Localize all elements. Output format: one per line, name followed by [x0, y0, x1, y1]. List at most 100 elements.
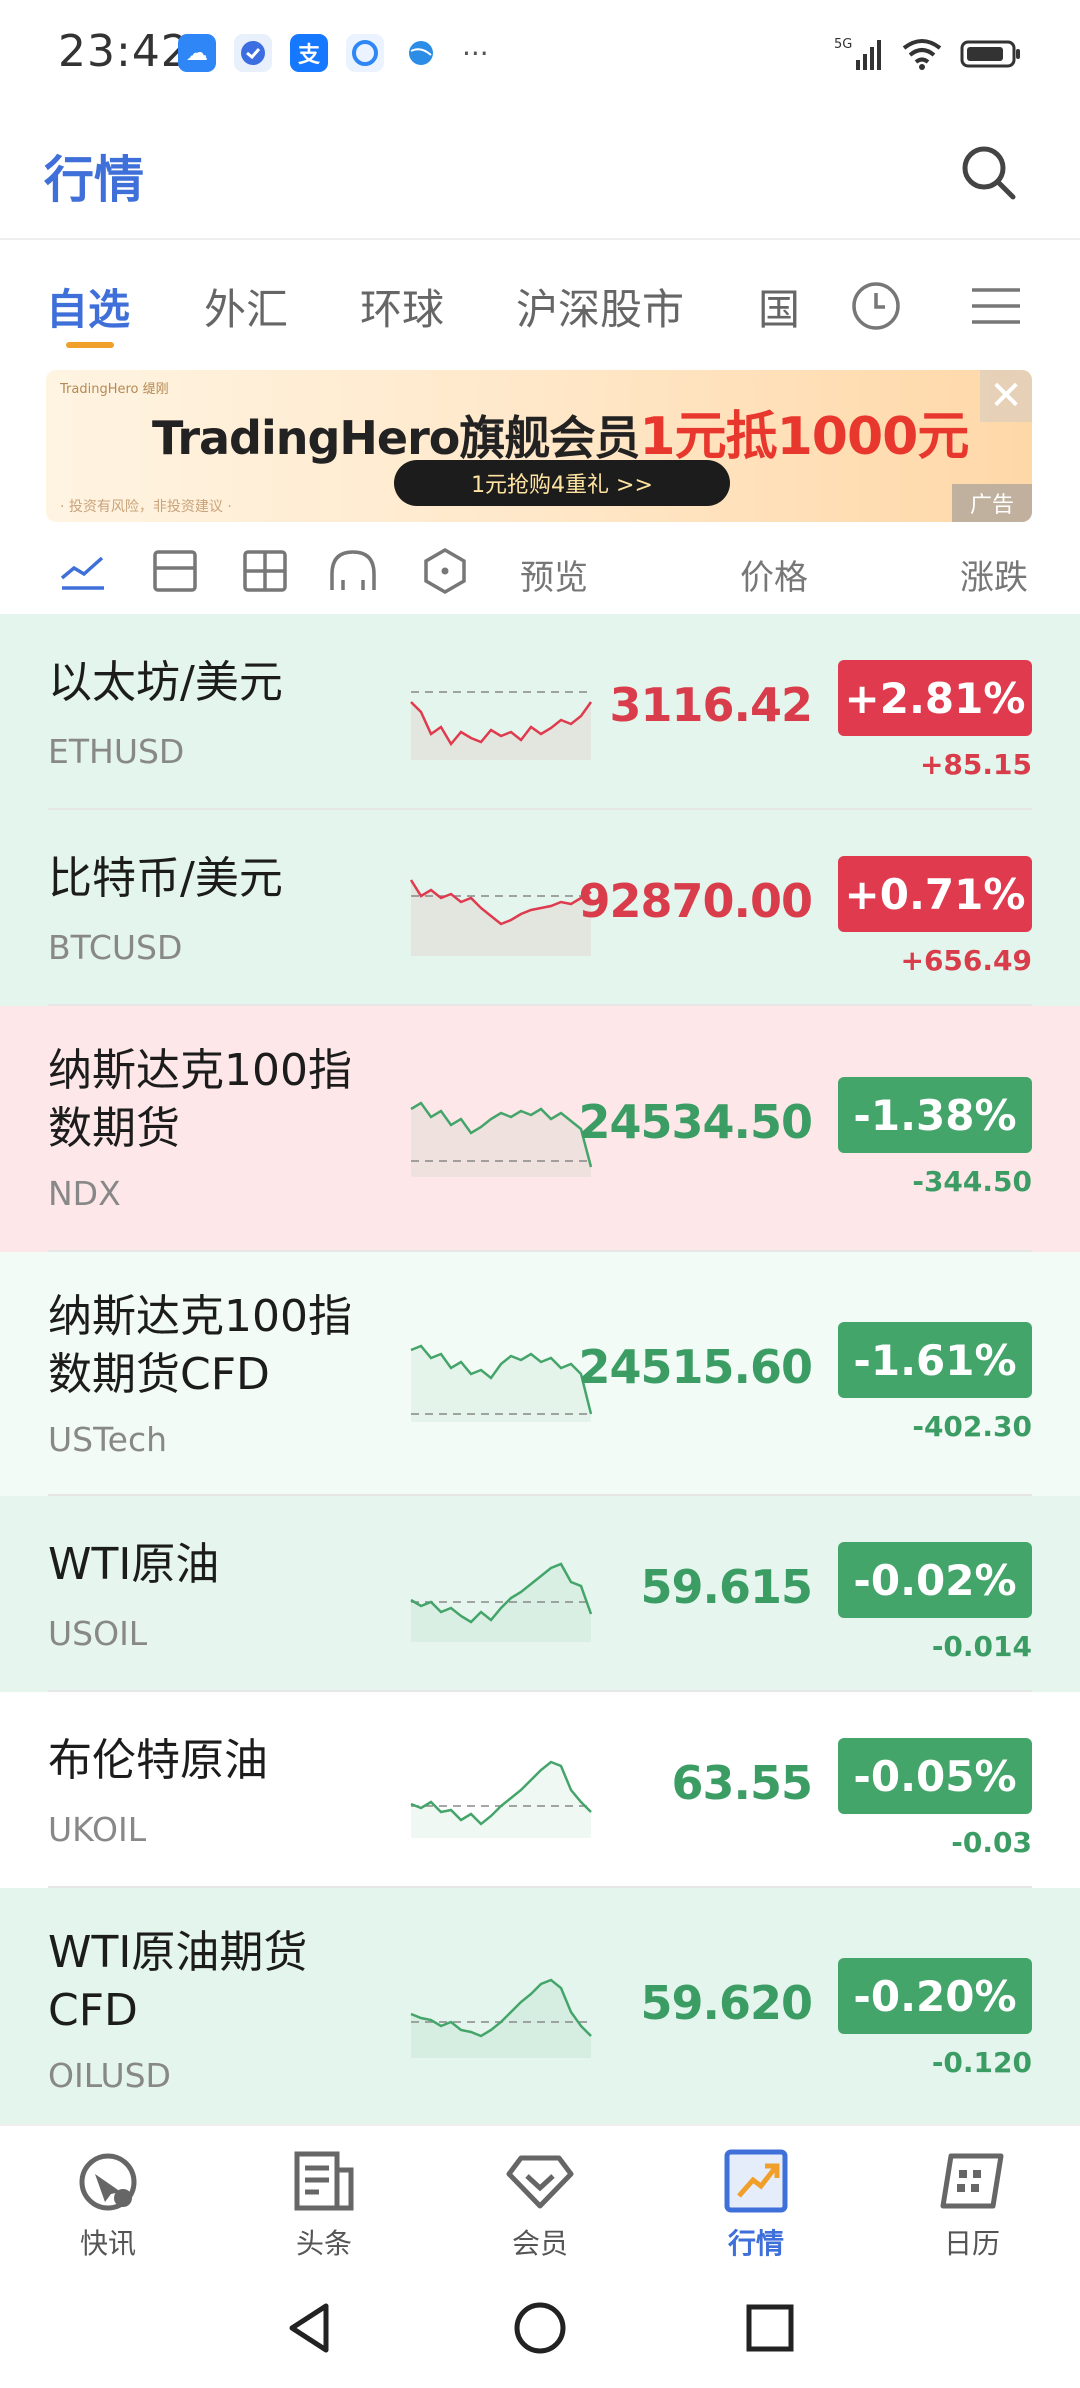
nav-calendar[interactable]: 日历 — [912, 2146, 1032, 2262]
market-tabs: 自选 外汇 环球 沪深股市 国 — [0, 258, 1080, 358]
percent-change-badge[interactable]: -0.02% — [838, 1542, 1032, 1618]
page-title: 行情 — [44, 151, 144, 209]
line-view-icon[interactable] — [58, 546, 108, 596]
price-value: 24534.50 — [578, 1095, 813, 1149]
price-sparkline — [410, 1344, 593, 1422]
percent-change-badge[interactable]: -0.20% — [838, 1958, 1032, 2034]
price-value: 59.615 — [640, 1560, 813, 1614]
market-icon — [724, 2149, 788, 2213]
absolute-change: -0.120 — [931, 2046, 1032, 2079]
instrument-code: USTech — [48, 1420, 168, 1459]
system-navigation-bar — [0, 2264, 1080, 2388]
back-icon[interactable] — [282, 2300, 338, 2356]
percent-change-badge[interactable]: -0.05% — [838, 1738, 1032, 1814]
banner-cta-button[interactable]: 1元抢购4重礼 >> — [394, 460, 730, 506]
percent-change-badge[interactable]: +0.71% — [838, 856, 1032, 932]
banner-disclaimer: · 投资有风险，非投资建议 · — [60, 499, 232, 515]
percent-change-badge[interactable]: -1.38% — [838, 1077, 1032, 1153]
sparkline-area — [411, 702, 591, 760]
price-value: 92870.00 — [578, 874, 813, 928]
system-icons: 5G — [834, 34, 1022, 74]
banner-close-button[interactable]: ✕ — [980, 370, 1032, 422]
price-sparkline — [410, 1101, 593, 1177]
nav-label-headlines: 头条 — [295, 2227, 352, 2260]
instrument-name: 布伦特原油 — [48, 1735, 268, 1786]
tab-a-shares[interactable]: 沪深股市 — [516, 276, 684, 337]
app-header: 行情 — [0, 110, 1080, 240]
nav-headlines[interactable]: 头条 — [264, 2146, 384, 2262]
price-value: 3116.42 — [609, 678, 813, 732]
absolute-change: +656.49 — [900, 944, 1032, 977]
instrument-name: 以太坊/美元 — [48, 657, 283, 708]
hexagon-view-icon[interactable] — [420, 546, 470, 596]
globe-app-icon — [402, 34, 440, 72]
instrument-name: 纳斯达克100指数期货CFD — [48, 1291, 352, 1400]
promo-banner[interactable]: TradingHero 缇刚 TradingHero旗舰会员1元抵1000元 1… — [46, 370, 1032, 522]
instrument-code: OILUSD — [48, 2056, 171, 2095]
card-view-icon[interactable] — [150, 546, 200, 596]
quote-row[interactable]: 纳斯达克100指数期货CFD USTech 24515.60 -1.61% -402.3… — [0, 1252, 1080, 1496]
sparkline-area — [411, 880, 591, 956]
sparkline-area — [411, 1564, 591, 1642]
menu-icon[interactable] — [970, 280, 1022, 332]
headlines-icon — [294, 2151, 354, 2211]
security-app-icon — [234, 34, 272, 72]
status-bar: 23:42 ☁ 支 ··· 5G — [0, 0, 1080, 110]
price-sparkline — [409, 879, 592, 956]
instrument-name: WTI原油期货CFD — [48, 1927, 308, 2036]
home-icon[interactable] — [512, 2300, 568, 2356]
list-toolbar: 预览 价格 涨跌 — [0, 532, 1080, 612]
ad-label: 广告 — [952, 484, 1032, 522]
membership-icon — [506, 2155, 574, 2209]
browser-app-icon — [346, 34, 384, 72]
tab-domestic[interactable]: 国 — [758, 276, 800, 337]
status-time: 23:42 — [58, 26, 190, 77]
quote-row[interactable]: 纳斯达克100指数期货 NDX 24534.50 -1.38% -344.50 — [0, 1006, 1080, 1252]
alipay-icon: 支 — [290, 34, 328, 72]
instrument-name: WTI原油 — [48, 1539, 220, 1590]
grid-view-icon[interactable] — [240, 546, 290, 596]
nav-market[interactable]: 行情 — [696, 2146, 816, 2262]
svg-text:5G: 5G — [834, 37, 852, 52]
column-header-preview[interactable]: 预览 — [520, 550, 588, 599]
bottom-navigation: 快讯 头条 会员 行情 日历 — [0, 2124, 1080, 2264]
more-notifications-icon: ··· — [462, 36, 489, 70]
signal-icon: 5G — [834, 37, 881, 70]
battery-icon — [960, 40, 1020, 68]
quote-row[interactable]: 布伦特原油 UKOIL 63.55 -0.05% -0.03 — [0, 1692, 1080, 1888]
tab-forex[interactable]: 外汇 — [204, 276, 288, 337]
column-header-price[interactable]: 价格 — [740, 550, 808, 599]
absolute-change: -0.03 — [951, 1826, 1032, 1859]
recents-icon[interactable] — [742, 2300, 798, 2356]
price-sparkline — [410, 691, 593, 760]
curve-view-icon[interactable] — [328, 546, 378, 596]
nav-membership[interactable]: 会员 — [480, 2146, 600, 2262]
percent-change-badge[interactable]: +2.81% — [838, 660, 1032, 736]
search-icon[interactable] — [958, 142, 1018, 202]
tab-global[interactable]: 环球 — [360, 276, 444, 337]
nav-flash-news[interactable]: 快讯 — [48, 2146, 168, 2262]
absolute-change: +85.15 — [919, 748, 1032, 781]
instrument-code: NDX — [48, 1174, 121, 1213]
quote-row[interactable]: 以太坊/美元 ETHUSD 3116.42 +2.81% +85.15 — [0, 614, 1080, 810]
wifi-icon — [902, 39, 942, 70]
quote-row[interactable]: WTI原油期货CFD OILUSD 59.620 -0.20% -0.120 — [0, 1888, 1080, 2132]
banner-main-text: TradingHero旗舰会员 — [152, 411, 640, 465]
notification-icons: ☁ 支 ··· — [178, 34, 489, 72]
quote-row[interactable]: WTI原油 USOIL 59.615 -0.02% -0.014 — [0, 1496, 1080, 1692]
tab-watchlist[interactable]: 自选 — [46, 276, 130, 337]
instrument-code: ETHUSD — [48, 732, 185, 771]
price-sparkline — [410, 1760, 592, 1838]
quote-row[interactable]: 比特币/美元 BTCUSD 92870.00 +0.71% +656.49 — [0, 810, 1080, 1006]
sparkline-area — [411, 1346, 591, 1422]
instrument-code: UKOIL — [48, 1810, 147, 1849]
absolute-change: -344.50 — [912, 1165, 1032, 1198]
history-clock-icon[interactable] — [850, 280, 902, 332]
instrument-code: BTCUSD — [48, 928, 183, 967]
weather-app-icon: ☁ — [178, 34, 216, 72]
column-header-change[interactable]: 涨跌 — [960, 550, 1028, 599]
percent-change-badge[interactable]: -1.61% — [838, 1322, 1032, 1398]
nav-label-membership: 会员 — [511, 2227, 568, 2260]
active-tab-indicator — [66, 342, 114, 348]
instrument-name: 比特币/美元 — [48, 853, 283, 904]
